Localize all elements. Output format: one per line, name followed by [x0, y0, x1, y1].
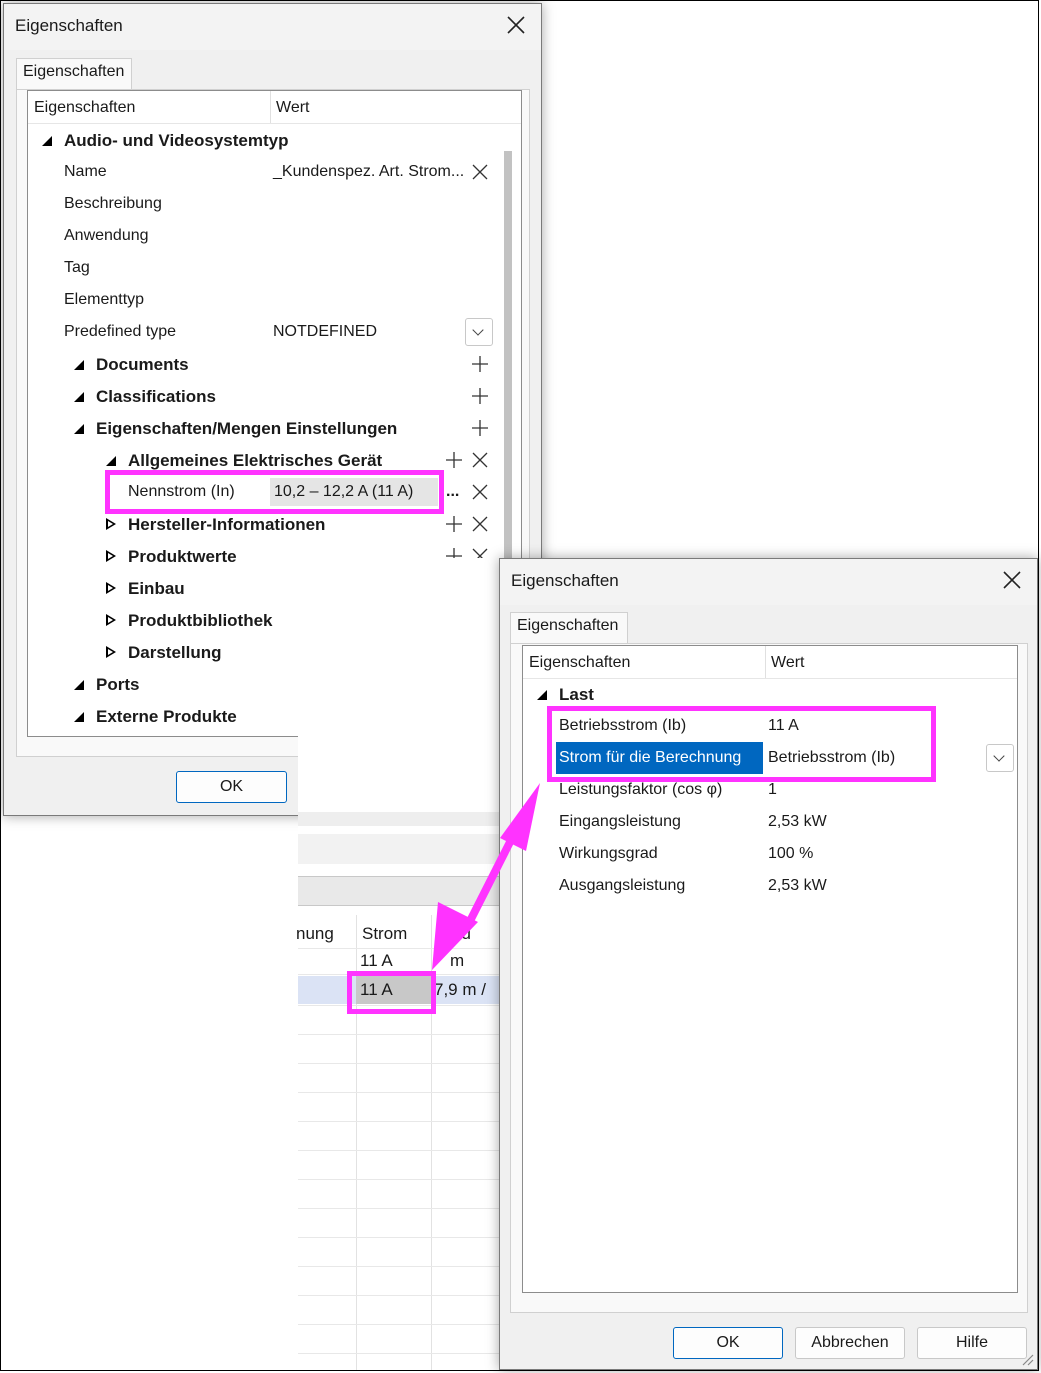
dialog-title: Eigenschaften: [15, 16, 123, 35]
collapse-triangle-icon[interactable]: [74, 424, 84, 434]
collapse-triangle-icon[interactable]: [74, 392, 84, 402]
sheet-row1-current[interactable]: 11 A: [360, 951, 393, 971]
expand-triangle-icon[interactable]: [106, 646, 116, 658]
expand-triangle-icon[interactable]: [106, 550, 116, 562]
row-application[interactable]: Anwendung: [28, 220, 521, 252]
chevron-down-icon[interactable]: [465, 318, 493, 346]
predefined-type-value[interactable]: NOTDEFINED: [273, 323, 377, 341]
row-name[interactable]: Name _Kundenspez. Art. Strom...: [28, 156, 521, 188]
tree-group-classifications[interactable]: Classifications: [28, 380, 521, 412]
plus-icon[interactable]: [471, 419, 489, 437]
ok-button[interactable]: OK: [673, 1327, 783, 1359]
row-elementtype[interactable]: Elementtyp: [28, 284, 521, 316]
name-value[interactable]: _Kundenspez. Art. Strom...: [273, 163, 464, 181]
help-button[interactable]: Hilfe: [917, 1327, 1027, 1359]
output-power-value[interactable]: 2,53 kW: [768, 877, 827, 895]
collapse-triangle-icon[interactable]: [537, 690, 547, 700]
close-icon[interactable]: [503, 12, 529, 38]
delete-icon[interactable]: [471, 515, 489, 533]
row-tag[interactable]: Tag: [28, 252, 521, 284]
title-bar: Eigenschaften: [4, 4, 541, 50]
collapse-triangle-icon[interactable]: [74, 680, 84, 690]
row-predefined-type[interactable]: Predefined type NOTDEFINED: [28, 316, 521, 348]
collapse-triangle-icon[interactable]: [106, 456, 116, 466]
tab-label: Eigenschaften: [517, 617, 619, 634]
collapse-triangle-icon[interactable]: [74, 712, 84, 722]
resize-grip-icon[interactable]: [1020, 1352, 1034, 1366]
delete-icon[interactable]: [471, 483, 489, 501]
background-spreadsheet: nung Strom S nu 11 A m 11 A 7,9 m /: [296, 558, 501, 1370]
expand-triangle-icon[interactable]: [106, 614, 116, 626]
header-properties[interactable]: Eigenschaften: [34, 99, 135, 117]
expand-triangle-icon[interactable]: [106, 582, 116, 594]
row-output-power[interactable]: Ausgangsleistung 2,53 kW: [523, 870, 1017, 902]
tab-properties[interactable]: Eigenschaften: [510, 612, 628, 644]
ellipsis-button[interactable]: ...: [446, 483, 459, 501]
header-value[interactable]: Wert: [771, 654, 804, 672]
delete-icon[interactable]: [471, 163, 489, 181]
sheet-header-partial[interactable]: nung: [296, 924, 334, 944]
grid-header: Eigenschaften Wert: [523, 646, 1017, 679]
tab-properties[interactable]: Eigenschaften: [16, 58, 132, 90]
highlight-sheet-current-cell: [347, 971, 436, 1014]
sheet-row1-partial[interactable]: m: [450, 951, 464, 971]
header-value[interactable]: Wert: [276, 99, 309, 117]
row-description[interactable]: Beschreibung: [28, 188, 521, 220]
plus-icon[interactable]: [471, 387, 489, 405]
ok-button[interactable]: OK: [176, 771, 287, 803]
highlight-load-rows: [547, 706, 936, 782]
sheet-row2-partial[interactable]: 7,9 m /: [434, 980, 486, 1000]
chevron-down-icon[interactable]: [986, 744, 1014, 772]
sheet-strip-2: [298, 834, 501, 864]
sheet-strip-3: [298, 876, 501, 906]
header-properties[interactable]: Eigenschaften: [529, 654, 630, 672]
tree-group-settings[interactable]: Eigenschaften/Mengen Einstellungen: [28, 412, 521, 444]
close-icon[interactable]: [999, 567, 1025, 593]
plus-icon[interactable]: [445, 515, 463, 533]
tree-group-audio[interactable]: Audio- und Videosystemtyp: [28, 124, 521, 156]
input-power-value[interactable]: 2,53 kW: [768, 813, 827, 831]
delete-icon[interactable]: [471, 451, 489, 469]
plus-icon[interactable]: [445, 451, 463, 469]
tree-group-documents[interactable]: Documents: [28, 348, 521, 380]
row-input-power[interactable]: Eingangsleistung 2,53 kW: [523, 806, 1017, 838]
collapse-triangle-icon[interactable]: [74, 360, 84, 370]
sheet-strip-1: [298, 812, 501, 826]
plus-icon[interactable]: [471, 355, 489, 373]
efficiency-value[interactable]: 100 %: [768, 845, 813, 863]
power-factor-value[interactable]: 1: [768, 781, 777, 799]
dialog-title: Eigenschaften: [511, 571, 619, 590]
sheet-header-partial2[interactable]: S nu: [436, 924, 471, 944]
tree-header: Eigenschaften Wert: [28, 91, 521, 124]
title-bar: Eigenschaften: [500, 559, 1037, 605]
row-efficiency[interactable]: Wirkungsgrad 100 %: [523, 838, 1017, 870]
tab-label: Eigenschaften: [23, 63, 125, 80]
expand-triangle-icon[interactable]: [106, 518, 116, 530]
cancel-button[interactable]: Abbrechen: [795, 1327, 905, 1359]
sheet-header-current[interactable]: Strom: [362, 924, 407, 944]
highlight-rated-current: [105, 470, 444, 514]
properties-dialog-load: Eigenschaften Eigenschaften Eigenschafte…: [499, 558, 1038, 1370]
collapse-triangle-icon[interactable]: [42, 136, 52, 146]
